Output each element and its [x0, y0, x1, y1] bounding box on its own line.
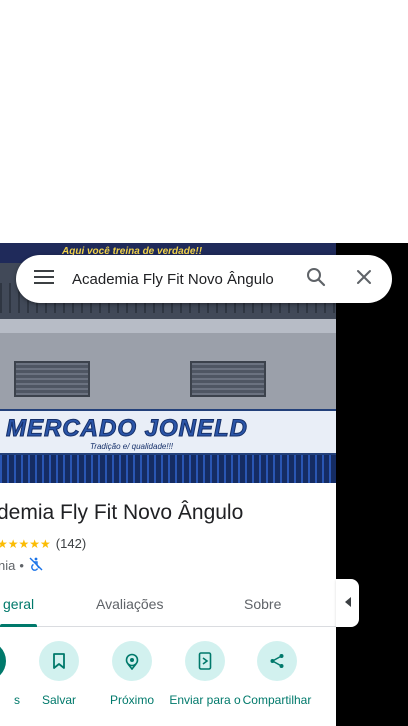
rating-count[interactable]: (142): [56, 536, 86, 551]
action-buttons: s Salvar Próximo Enviar para o Compartil…: [0, 641, 336, 726]
category-row: nia •: [0, 557, 43, 574]
photo-eave: [0, 319, 336, 333]
store-sign-text: MERCADO JONELD: [5, 415, 249, 443]
search-button[interactable]: [292, 255, 340, 303]
map-dark-area: [336, 243, 408, 726]
nearby-label: Próximo: [109, 693, 154, 707]
share-icon: [257, 641, 297, 681]
send-to-phone-button[interactable]: Enviar para o: [167, 641, 243, 708]
tab-overview[interactable]: geral: [3, 581, 34, 627]
place-category[interactable]: nia: [0, 558, 15, 573]
photo-fence: [0, 455, 336, 483]
photo-store-sign: MERCADO JONELD Tradição e/ qualidade!!!: [0, 409, 336, 455]
chevron-left-icon: [344, 594, 352, 612]
map-blank-area: [0, 0, 408, 243]
rating-stars: ★★★★★: [0, 536, 51, 551]
save-label: Salvar: [41, 693, 76, 707]
place-info-panel: demia Fly Fit Novo Ângulo ★★★★★ (142) ni…: [0, 483, 336, 726]
photo-window-left: [14, 361, 90, 397]
directions-icon: [0, 641, 6, 681]
bookmark-icon: [39, 641, 79, 681]
active-tab-indicator: [0, 624, 37, 627]
category-separator: •: [19, 558, 24, 573]
search-bar[interactable]: Academia Fly Fit Novo Ângulo: [16, 255, 392, 303]
hamburger-menu-icon: [34, 269, 54, 289]
place-title: demia Fly Fit Novo Ângulo: [0, 501, 244, 524]
search-input[interactable]: Academia Fly Fit Novo Ângulo: [72, 271, 292, 288]
photo-window-right: [190, 361, 266, 397]
tab-about[interactable]: Sobre: [244, 581, 281, 627]
place-tabs: geral Avaliações Sobre: [0, 581, 336, 627]
close-icon: [356, 269, 372, 290]
send-to-phone-icon: [185, 641, 225, 681]
clear-search-button[interactable]: [340, 255, 388, 303]
nearby-button[interactable]: Próximo: [94, 641, 170, 708]
not-accessible-icon: [29, 557, 43, 574]
store-sign-subtext: Tradição e/ qualidade!!!: [90, 442, 174, 451]
rating-row[interactable]: ★★★★★ (142): [0, 536, 86, 551]
nearby-icon: [112, 641, 152, 681]
search-icon: [306, 267, 326, 292]
send-to-phone-label: Enviar para o: [169, 693, 241, 707]
share-button[interactable]: Compartilhar: [239, 641, 315, 708]
share-label: Compartilhar: [242, 693, 312, 707]
menu-button[interactable]: [16, 255, 72, 303]
tab-reviews[interactable]: Avaliações: [96, 581, 163, 627]
collapse-panel-button[interactable]: [336, 579, 359, 627]
save-button[interactable]: Salvar: [21, 641, 97, 708]
